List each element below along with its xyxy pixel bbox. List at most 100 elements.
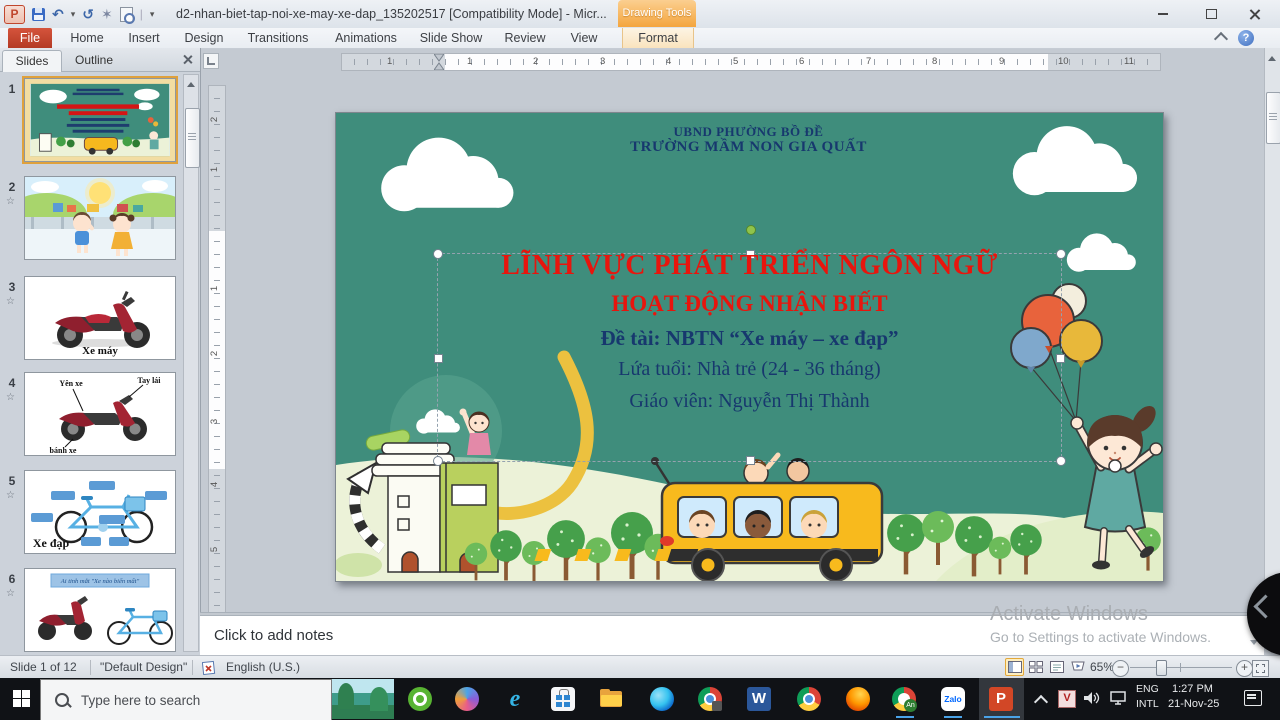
restore-button[interactable] — [1196, 5, 1226, 22]
clock-time[interactable]: 1:27 PM — [1172, 683, 1213, 696]
normal-view-button[interactable] — [1005, 658, 1024, 676]
firefox-icon[interactable] — [846, 687, 870, 711]
language-indicator-line2[interactable]: INTL — [1136, 698, 1159, 711]
language-label[interactable]: English (U.S.) — [226, 660, 300, 674]
slide-topic-line[interactable]: Đề tài: NBTN “Xe máy – xe đạp” — [438, 326, 1061, 351]
slide-org-line2[interactable]: TRƯỜNG MẦM NON GIA QUẤT — [335, 139, 1162, 156]
slide-6-number: 6 — [4, 572, 20, 586]
resize-handle-bottom[interactable] — [746, 456, 755, 465]
unikey-tray-icon[interactable]: V — [1058, 690, 1076, 708]
fit-to-window-button[interactable] — [1252, 660, 1269, 677]
reading-view-button[interactable] — [1047, 658, 1066, 676]
slide-thumbnail-3[interactable]: Xe máy — [24, 276, 176, 360]
copilot-icon[interactable] — [455, 687, 479, 711]
coccoc-icon[interactable] — [408, 687, 432, 711]
h-ruler-num: 4 — [666, 56, 671, 67]
tab-review[interactable]: Review — [498, 28, 552, 48]
slide-teacher-line[interactable]: Giáo viên: Nguyễn Thị Thành — [438, 390, 1061, 413]
powerpoint-taskbar-icon[interactable]: P — [989, 687, 1013, 711]
slide-4-number: 4 — [4, 376, 20, 390]
slide-thumbnail-5[interactable]: Xe đạp — [24, 470, 176, 554]
help-icon[interactable]: ? — [1238, 30, 1254, 46]
slide-title-line1[interactable]: LĨNH VỰC PHÁT TRIỂN NGÔN NGỮ — [438, 250, 1061, 282]
start-from-beginning-icon[interactable]: ✶ — [101, 6, 113, 23]
tab-slides[interactable]: Slides — [2, 50, 62, 72]
slide-thumbnail-1[interactable] — [24, 78, 176, 162]
task-view-button[interactable] — [332, 679, 394, 719]
slide-age-line[interactable]: Lứa tuổi: Nhà trẻ (24 - 36 tháng) — [438, 358, 1061, 381]
resize-handle-br[interactable] — [1056, 456, 1066, 466]
minimize-button[interactable] — [1148, 5, 1178, 22]
file-explorer-icon[interactable] — [599, 687, 623, 711]
canvas-scrollbar-thumb[interactable] — [1266, 92, 1280, 144]
chrome-icon-2[interactable] — [797, 687, 821, 711]
language-indicator-line1[interactable]: ENG — [1136, 683, 1159, 696]
redo-icon[interactable]: ↺ — [82, 6, 94, 23]
tab-insert[interactable]: Insert — [120, 28, 168, 48]
zoom-slider-track[interactable] — [1130, 667, 1232, 668]
tab-format[interactable]: Format — [622, 28, 694, 48]
start-button[interactable] — [13, 690, 30, 707]
slide-show-button[interactable] — [1068, 658, 1087, 676]
tab-slide-show[interactable]: Slide Show — [412, 28, 490, 48]
panel-scrollbar-thumb[interactable] — [185, 108, 200, 168]
slide-title-line2[interactable]: HOẠT ĐỘNG NHẬN BIẾT — [438, 291, 1061, 317]
zoom-level-label[interactable]: 65% — [1090, 660, 1114, 674]
design-theme-label[interactable]: "Default Design" — [100, 660, 187, 674]
qat-customize-icon[interactable]: ▾ — [150, 9, 155, 20]
tab-view[interactable]: View — [562, 28, 606, 48]
internet-explorer-icon[interactable]: e — [503, 687, 527, 711]
slide-3-preview: Xe máy — [25, 277, 175, 359]
slide-6-animation-icon: ☆ — [6, 588, 15, 599]
panel-scroll-up-icon[interactable] — [187, 78, 195, 87]
zoom-in-button[interactable]: + — [1236, 660, 1253, 677]
collapse-arrow-icon — [1253, 594, 1277, 618]
tab-home[interactable]: Home — [64, 28, 110, 48]
resize-handle-bl[interactable] — [433, 456, 443, 466]
slide-sorter-view-button[interactable] — [1026, 658, 1045, 676]
zalo-icon[interactable]: Zalo — [941, 687, 965, 711]
spell-check-icon[interactable] — [202, 660, 218, 675]
slide-org-line1[interactable]: UBND PHƯỜNG BỒ ĐỀ — [335, 124, 1162, 140]
word-icon[interactable]: W — [747, 687, 771, 711]
print-preview-icon[interactable] — [120, 7, 133, 22]
tab-file[interactable]: File — [8, 28, 52, 48]
microsoft-store-icon[interactable] — [551, 687, 575, 711]
undo-icon[interactable]: ↶ — [52, 6, 64, 23]
close-button[interactable] — [1240, 5, 1270, 22]
powerpoint-app-icon[interactable]: P — [4, 5, 25, 24]
zoom-out-button[interactable]: − — [1112, 660, 1129, 677]
tab-animations[interactable]: Animations — [326, 28, 406, 48]
slide-thumbnail-6[interactable]: Ai tinh mắt "Xe nào biến mất" — [24, 568, 176, 652]
rotate-handle[interactable] — [746, 225, 756, 235]
canvas-scroll-up-icon[interactable] — [1268, 52, 1276, 61]
slide-1-number: 1 — [4, 82, 20, 96]
network-icon[interactable] — [1110, 691, 1128, 705]
selected-text-box[interactable]: LĨNH VỰC PHÁT TRIỂN NGÔN NGỮ HOẠT ĐỘNG N… — [437, 253, 1062, 462]
slide-counter[interactable]: Slide 1 of 12 — [10, 660, 77, 674]
horizontal-ruler: 1 1 2 3 4 5 6 7 8 9 10 11 — [341, 53, 1161, 71]
activate-windows-watermark-line1: Activate Windows — [990, 603, 1148, 626]
taskbar-search[interactable]: Type here to search — [40, 679, 332, 720]
slide-5-caption: Xe đạp — [33, 536, 70, 550]
chrome-icon-1[interactable] — [698, 687, 722, 711]
notes-placeholder[interactable]: Click to add notes — [214, 627, 333, 644]
ruler-indent-marker[interactable] — [434, 54, 444, 70]
tab-transitions[interactable]: Transitions — [238, 28, 318, 48]
v-ruler-num: 5 — [209, 547, 220, 552]
slide-4-label-handle: Tay lái — [137, 376, 161, 385]
slide-thumbnail-4[interactable]: Yên xe Tay lái bánh xe — [24, 372, 176, 456]
save-icon[interactable] — [32, 8, 45, 21]
panel-close-icon[interactable] — [182, 53, 195, 66]
chrome-profile-icon[interactable]: An — [892, 687, 916, 711]
zoom-slider-thumb[interactable] — [1156, 660, 1167, 676]
undo-dropdown-icon[interactable]: ▾ — [71, 9, 76, 20]
edge-icon[interactable] — [650, 687, 674, 711]
clock-date[interactable]: 21-Nov-25 — [1168, 698, 1219, 711]
slide-5-number: 5 — [4, 474, 20, 488]
tab-design[interactable]: Design — [178, 28, 230, 48]
slide-thumbnail-2[interactable] — [24, 176, 176, 260]
volume-icon[interactable] — [1084, 691, 1100, 705]
tab-outline[interactable]: Outline — [62, 50, 126, 71]
action-center-icon[interactable] — [1244, 690, 1262, 706]
